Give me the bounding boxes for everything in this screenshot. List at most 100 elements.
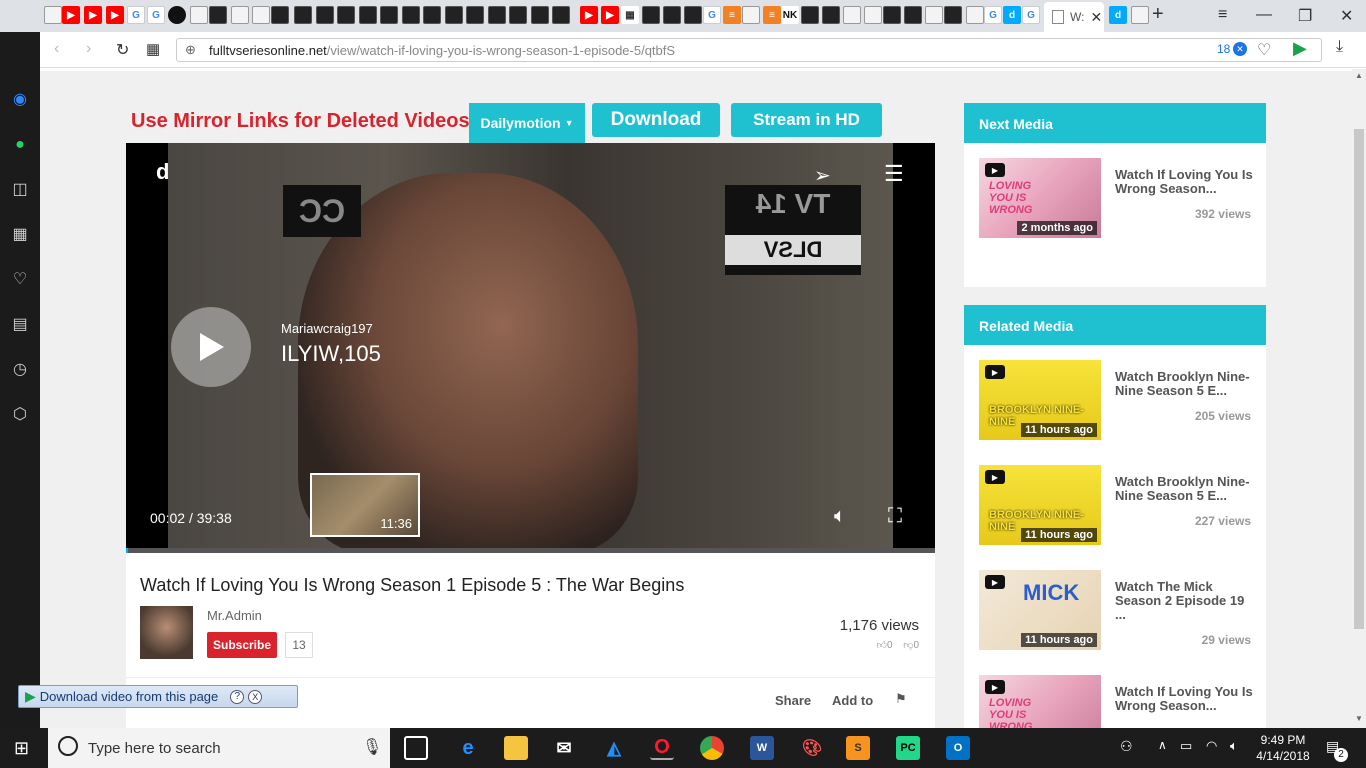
settings-sliders-icon[interactable]: ☰ <box>884 161 904 187</box>
related-media-title[interactable]: Watch If Loving You Is Wrong Season... <box>1115 685 1255 713</box>
tab-icon[interactable] <box>843 6 861 24</box>
speed-dial-icon[interactable]: ▦ <box>10 225 30 245</box>
video-player[interactable]: CC TV 14 DLSV d ➢ ☰ Mariawcraig197 ILYIW… <box>126 143 935 553</box>
downloads-icon[interactable]: ⤓ <box>1336 38 1343 56</box>
tab-icon[interactable] <box>966 6 984 24</box>
reload-icon[interactable]: ↻ <box>116 40 129 60</box>
tab-icon[interactable] <box>663 6 681 24</box>
tab-icon[interactable] <box>552 6 570 24</box>
youtube-tab-icon[interactable]: ▶ <box>580 6 598 24</box>
google-tab-icon[interactable]: G <box>984 6 1002 24</box>
chrome-icon[interactable] <box>700 736 724 760</box>
stream-hd-button[interactable]: Stream in HD <box>731 103 882 137</box>
thumbs-up-icon[interactable]: 👍︎ <box>876 640 886 651</box>
tab-icon[interactable] <box>684 6 702 24</box>
people-icon[interactable]: ⚇ <box>1120 738 1133 755</box>
ad-block-count[interactable]: 18 <box>1217 42 1230 56</box>
tab-icon[interactable] <box>190 6 208 24</box>
page-scrollbar[interactable]: ▲ ▼ <box>1352 69 1366 728</box>
windows-start-icon[interactable]: ⊞ <box>14 738 29 759</box>
github-tab-icon[interactable] <box>168 6 186 24</box>
taskbar-search-box[interactable]: Type here to search 🎙︎ <box>48 728 390 768</box>
youtube-tab-icon[interactable]: ▶ <box>84 6 102 24</box>
play-button[interactable] <box>171 307 251 387</box>
download-helper-label[interactable]: Download video from this page <box>40 689 219 704</box>
close-helper-icon[interactable]: X <box>248 689 263 704</box>
file-explorer-icon[interactable] <box>504 736 528 760</box>
tray-chevron-icon[interactable]: ∧ <box>1158 738 1167 752</box>
dailymotion-tab-icon[interactable]: d <box>1003 6 1021 24</box>
related-media-title[interactable]: Watch The Mick Season 2 Episode 19 ... <box>1115 580 1255 622</box>
grid-tab-icon[interactable]: ▦ <box>621 6 639 24</box>
tab-icon[interactable] <box>944 6 962 24</box>
related-media-thumbnail[interactable]: ▶ MICK 11 hours ago <box>979 570 1101 650</box>
next-media-thumbnail[interactable]: ▶ LOVING YOU IS WRONG 2 months ago <box>979 158 1101 238</box>
tab-icon[interactable] <box>380 6 398 24</box>
forward-icon[interactable]: › <box>86 40 91 58</box>
history-icon[interactable]: ◷ <box>10 360 30 380</box>
tab-icon[interactable] <box>271 6 289 24</box>
active-tab[interactable]: W: ✕ <box>1044 2 1104 32</box>
related-media-thumbnail[interactable]: ▶ BROOKLYN NINE-NINE 11 hours ago <box>979 465 1101 545</box>
fullscreen-icon[interactable]: ⛶ <box>888 505 902 528</box>
help-icon[interactable]: ? <box>230 689 245 704</box>
google-tab-icon[interactable]: G <box>147 6 165 24</box>
flag-icon[interactable]: ⚑ <box>895 691 907 707</box>
maximize-icon[interactable]: ❐ <box>1298 6 1312 26</box>
outlook-icon[interactable]: O <box>946 736 970 760</box>
shark-app-icon[interactable]: ◭ <box>602 736 626 760</box>
speed-dial-button-icon[interactable]: ▦ <box>146 40 160 58</box>
tab-icon[interactable] <box>423 6 441 24</box>
taskbar-clock[interactable]: 9:49 PM 4/14/2018 <box>1254 732 1312 764</box>
stackoverflow-tab-icon[interactable]: ≡ <box>723 6 741 24</box>
tab-menu-icon[interactable]: ≡ <box>1218 6 1227 24</box>
download-button[interactable]: Download <box>592 103 720 137</box>
vpn-play-icon[interactable]: ▶ <box>1293 38 1307 59</box>
youtube-tab-icon[interactable]: ▶ <box>62 6 80 24</box>
bookmark-heart-icon[interactable]: ♡ <box>1257 40 1271 60</box>
google-tab-icon[interactable]: G <box>1022 6 1040 24</box>
battery-icon[interactable]: ▭ <box>1180 738 1192 754</box>
scrollbar-thumb[interactable] <box>1354 129 1364 629</box>
tab-icon[interactable] <box>925 6 943 24</box>
tab-icon[interactable] <box>509 6 527 24</box>
tab-icon[interactable] <box>531 6 549 24</box>
author-avatar[interactable] <box>140 606 193 659</box>
opera-taskbar-icon[interactable]: O <box>650 736 674 760</box>
task-view-icon[interactable] <box>404 736 428 760</box>
next-media-title[interactable]: Watch If Loving You Is Wrong Season... <box>1115 168 1255 196</box>
tab-icon[interactable] <box>883 6 901 24</box>
messenger-icon[interactable]: ◉ <box>10 90 30 110</box>
tab-icon[interactable] <box>864 6 882 24</box>
tab-icon[interactable] <box>801 6 819 24</box>
tab-icon[interactable] <box>1131 6 1149 24</box>
google-tab-icon[interactable]: G <box>703 6 721 24</box>
download-helper-bar[interactable]: ▶ Download video from this page ? X <box>18 685 298 708</box>
dailymotion-dropdown[interactable]: Dailymotion ▼ <box>469 103 585 143</box>
tab-icon[interactable] <box>445 6 463 24</box>
tab-icon[interactable] <box>402 6 420 24</box>
heart-icon[interactable]: ♡ <box>10 270 30 290</box>
tab-icon[interactable] <box>488 6 506 24</box>
edge-icon[interactable]: e <box>456 736 480 760</box>
tab-icon[interactable] <box>642 6 660 24</box>
share-button[interactable]: Share <box>775 693 811 708</box>
tab-icon[interactable] <box>316 6 334 24</box>
related-media-title[interactable]: Watch Brooklyn Nine-Nine Season 5 E... <box>1115 475 1255 503</box>
speaker-icon[interactable]: 🔈︎ <box>1230 738 1238 754</box>
microphone-icon[interactable]: 🎙︎ <box>362 737 382 757</box>
paint-icon[interactable]: 🎨︎ <box>800 736 824 760</box>
share-send-icon[interactable]: ➢ <box>814 163 831 188</box>
tab-icon[interactable] <box>466 6 484 24</box>
tab-icon[interactable] <box>359 6 377 24</box>
add-to-button[interactable]: Add to <box>832 693 873 708</box>
tab-icon[interactable] <box>742 6 760 24</box>
subscribe-button[interactable]: Subscribe <box>207 632 277 658</box>
thumbs-down-icon[interactable]: 👎︎ <box>903 640 913 651</box>
volume-icon[interactable]: 🔈︎ <box>834 505 846 528</box>
related-media-thumbnail[interactable]: ▶ BROOKLYN NINE-NINE 11 hours ago <box>979 360 1101 440</box>
camera-icon[interactable]: ◫ <box>10 180 30 200</box>
mail-icon[interactable]: ✉ <box>552 736 576 760</box>
wifi-icon[interactable]: ◠ <box>1206 738 1217 754</box>
google-tab-icon[interactable]: G <box>127 6 145 24</box>
